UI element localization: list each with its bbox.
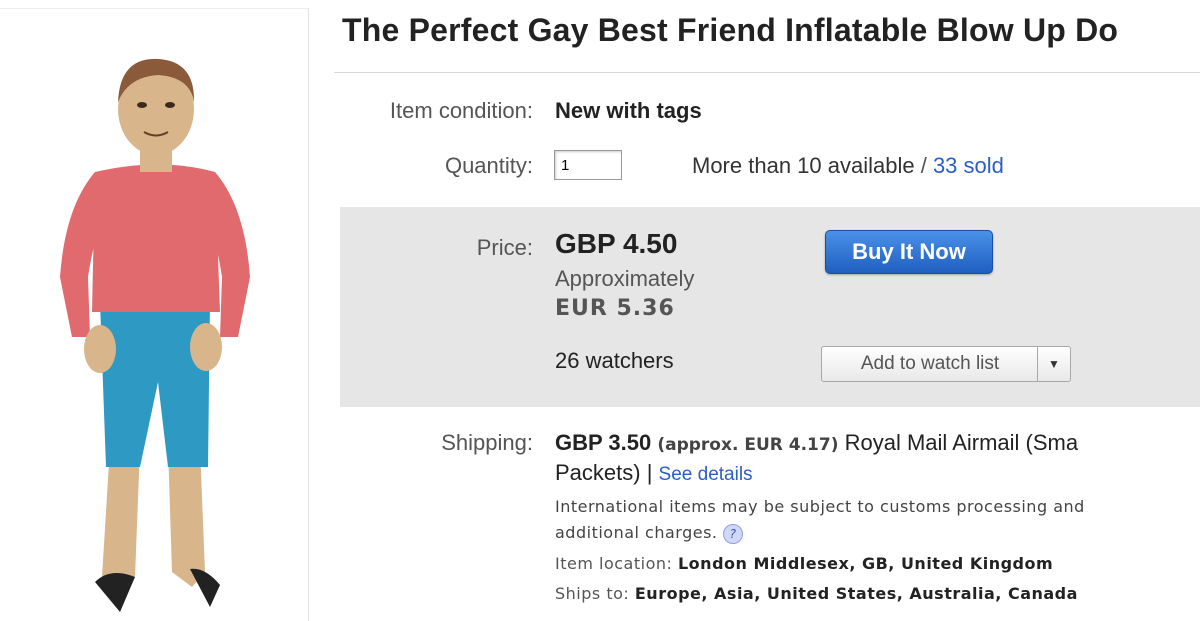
- approx-label: Approximately: [555, 266, 695, 291]
- item-location-label: Item location:: [555, 554, 673, 573]
- listing-title: The Perfect Gay Best Friend Inflatable B…: [342, 12, 1119, 48]
- watch-list-label[interactable]: Add to watch list: [822, 347, 1038, 381]
- availability: More than 10 available / 33 sold: [692, 153, 1004, 179]
- customs-note-text: additional charges.: [555, 523, 718, 542]
- quantity-input[interactable]: [554, 150, 622, 180]
- condition-label: Item condition:: [389, 98, 533, 123]
- product-image-panel[interactable]: [0, 8, 309, 621]
- shipping-label: Shipping:: [441, 430, 533, 455]
- shipping-line-2: Packets) | See details: [555, 460, 753, 486]
- ships-to-label: Ships to:: [555, 584, 630, 603]
- see-details-link[interactable]: See details: [659, 464, 753, 485]
- item-location: Item location: London Middlesex, GB, Uni…: [555, 554, 1053, 573]
- quantity-label: Quantity:: [444, 153, 533, 178]
- watchers-count: 26 watchers: [555, 348, 674, 373]
- item-location-value: London Middlesex, GB, United Kingdom: [677, 554, 1054, 573]
- shipping-line: GBP 3.50 (approx. EUR 4.17) Royal Mail A…: [555, 430, 1078, 456]
- buy-it-now-button[interactable]: Buy It Now: [825, 230, 993, 274]
- shipping-approx: (approx. EUR 4.17): [657, 435, 839, 455]
- available-text: More than 10 available: [692, 153, 915, 178]
- price-label: Price:: [476, 235, 533, 260]
- ships-to-value: Europe, Asia, United States, Australia, …: [634, 584, 1078, 603]
- customs-note-line-1: International items may be subject to cu…: [555, 497, 1085, 516]
- chevron-down-icon[interactable]: ▼: [1037, 347, 1070, 381]
- shipping-method: Royal Mail Airmail (Sma: [844, 430, 1079, 455]
- shipping-cost: GBP 3.50: [555, 430, 652, 455]
- price-value: GBP 4.50: [555, 228, 678, 259]
- approx-value: EUR 5.36: [555, 296, 675, 321]
- shipping-method-cont: Packets) |: [555, 460, 653, 485]
- customs-note-line-2: additional charges. ?: [555, 520, 1200, 546]
- help-icon[interactable]: ?: [723, 523, 744, 544]
- availability-separator: /: [914, 153, 933, 178]
- add-to-watch-list-button[interactable]: Add to watch list ▼: [821, 346, 1071, 382]
- sold-count-link[interactable]: 33 sold: [933, 153, 1004, 178]
- customs-note: International items may be subject to cu…: [555, 494, 1200, 546]
- ships-to: Ships to: Europe, Asia, United States, A…: [555, 584, 1078, 603]
- product-image[interactable]: [40, 47, 270, 617]
- title-divider: [334, 72, 1200, 73]
- condition-value: New with tags: [555, 98, 702, 123]
